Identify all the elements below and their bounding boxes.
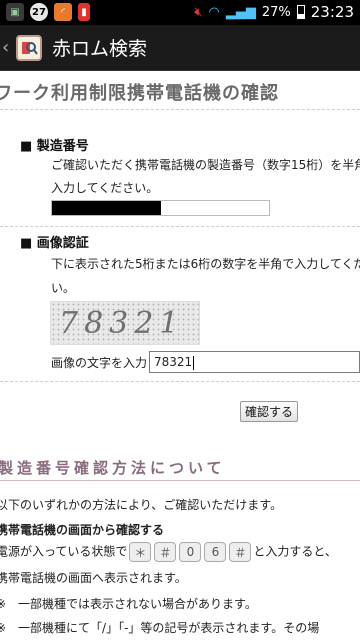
- key-6: 6: [204, 542, 227, 562]
- captcha-image: 78321: [50, 301, 200, 345]
- captcha-desc-line1: 下に表示された5桁または6桁の数字を半角で入力してくだ: [51, 257, 360, 271]
- rss-icon: ◜: [54, 3, 72, 21]
- page-heading: ワーク利用制限携帯電話機の確認: [0, 83, 279, 104]
- app-icon[interactable]: [16, 34, 42, 61]
- battery-icon: [296, 5, 305, 19]
- howto-intro: 以下のいずれかの方法により、ご確認いただけます。: [0, 498, 283, 512]
- app-title: 赤ロム検索: [52, 38, 148, 60]
- serial-desc-line2: 入力してください。: [51, 181, 159, 195]
- captcha-input[interactable]: 78321: [149, 351, 360, 373]
- signal-icon: ▂▄▆: [225, 4, 256, 20]
- mute-icon: 🔇︎: [194, 4, 203, 20]
- serial-input-field[interactable]: [51, 200, 270, 216]
- notification-icons: ▣ 27 ◜ ▮: [6, 3, 90, 21]
- action-bar: ‹ 赤ロム検索: [0, 25, 360, 71]
- captcha-section-title: ■ 画像認証: [20, 236, 89, 251]
- gallery-icon: ▣: [6, 3, 24, 21]
- back-chevron-icon[interactable]: ‹: [2, 37, 12, 58]
- howto-line3: 携帯電話機の画面へ表示されます。: [0, 571, 187, 585]
- divider: [0, 480, 360, 481]
- key-asterisk: ＊: [129, 542, 152, 562]
- captcha-digits: 78321: [59, 306, 185, 341]
- howto-subheading: 携帯電話機の画面から確認する: [0, 523, 165, 537]
- captcha-input-label: 画像の文字を入力: [51, 356, 148, 370]
- key-hash: ＃: [154, 542, 177, 562]
- system-icons: 🔇︎ ◠ ▂▄▆ 27% 23:23: [194, 3, 354, 21]
- clock: 23:23: [310, 3, 354, 21]
- calendar-badge-icon: 27: [30, 3, 48, 21]
- serial-masked-value: [52, 201, 161, 215]
- key-0: 0: [179, 542, 202, 562]
- key-sequence: ＊＃ 0 6 ＃: [129, 542, 252, 562]
- web-content[interactable]: ワーク利用制限携帯電話機の確認 ■ 製造番号 ご確認いただく携帯電話機の製造番号…: [0, 71, 360, 640]
- divider: [0, 381, 360, 382]
- magnifier-phone-icon: [22, 41, 38, 55]
- howto-note1: ※ 一部機種では表示されない場合があります。: [0, 597, 257, 611]
- battery-percent: 27%: [261, 4, 291, 20]
- howto-note2: ※ 一部機種にて「/」「-」等の記号が表示されます。その場: [0, 621, 320, 635]
- howto-keys-pre: 電源が入っている状態で: [0, 544, 128, 559]
- captcha-input-value: 78321: [154, 355, 193, 369]
- howto-keys-line: 電源が入っている状態で＊＃ 0 6 ＃と入力すると、: [0, 542, 337, 562]
- wifi-icon: ◠: [208, 4, 220, 20]
- key-hash: ＃: [229, 542, 252, 562]
- sim-card-icon: ▮: [78, 3, 90, 21]
- status-bar: ▣ 27 ◜ ▮ 🔇︎ ◠ ▂▄▆ 27% 23:23: [0, 0, 360, 25]
- serial-desc-line1: ご確認いただく携帯電話機の製造番号（数字15桁）を半角: [51, 158, 360, 172]
- divider: [0, 226, 360, 227]
- howto-heading: 製造番号確認方法について: [0, 459, 226, 477]
- captcha-desc-line2: い。: [51, 281, 76, 295]
- serial-section-title: ■ 製造番号: [20, 139, 89, 154]
- confirm-button[interactable]: 確認する: [240, 401, 298, 422]
- howto-keys-post: と入力すると、: [253, 544, 337, 559]
- divider: [0, 109, 360, 110]
